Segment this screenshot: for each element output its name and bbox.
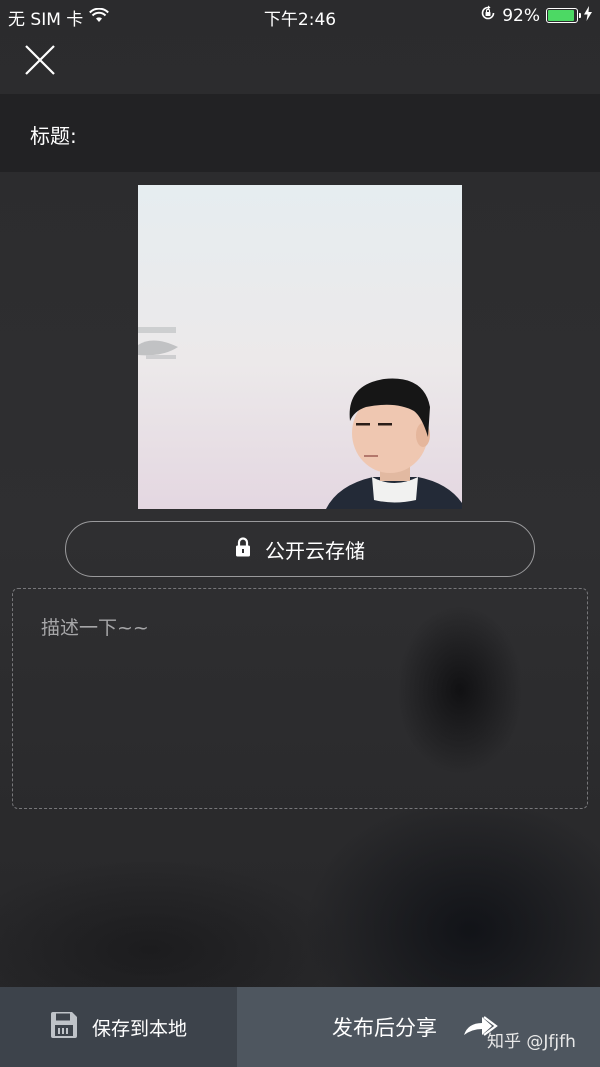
status-right: 92% [480,5,592,26]
close-icon [25,45,55,75]
title-label: 标题: [30,124,77,148]
publish-and-share-button[interactable]: 发布后分享 知乎 @Jfjfh [237,987,600,1067]
battery-percent: 92% [502,5,540,26]
description-input[interactable] [39,611,563,785]
lock-icon [235,536,251,562]
storage-label: 公开云存储 [265,538,365,563]
save-to-local-button[interactable]: 保存到本地 [0,987,237,1067]
title-input[interactable] [92,112,576,154]
charging-icon [584,5,592,26]
battery-icon [546,8,581,23]
close-button[interactable] [22,42,58,78]
rotation-lock-icon [480,5,496,26]
watermark-text: 知乎 @Jfjfh [487,1032,576,1052]
photo-thumbnail[interactable] [138,185,462,509]
status-bar: 无 SIM 卡 下午2:46 92% [0,0,600,32]
bottom-bar: 保存到本地 发布后分享 知乎 @Jfjfh [0,987,600,1067]
public-cloud-storage-button[interactable]: 公开云存储 [65,521,535,577]
floppy-disk-icon [50,1011,78,1044]
photo-image [138,185,462,509]
save-label: 保存到本地 [91,1017,187,1040]
description-box [12,588,588,809]
battery-level [548,10,574,21]
title-row: 标题: [0,94,600,172]
publish-label: 发布后分享 [332,1016,437,1040]
